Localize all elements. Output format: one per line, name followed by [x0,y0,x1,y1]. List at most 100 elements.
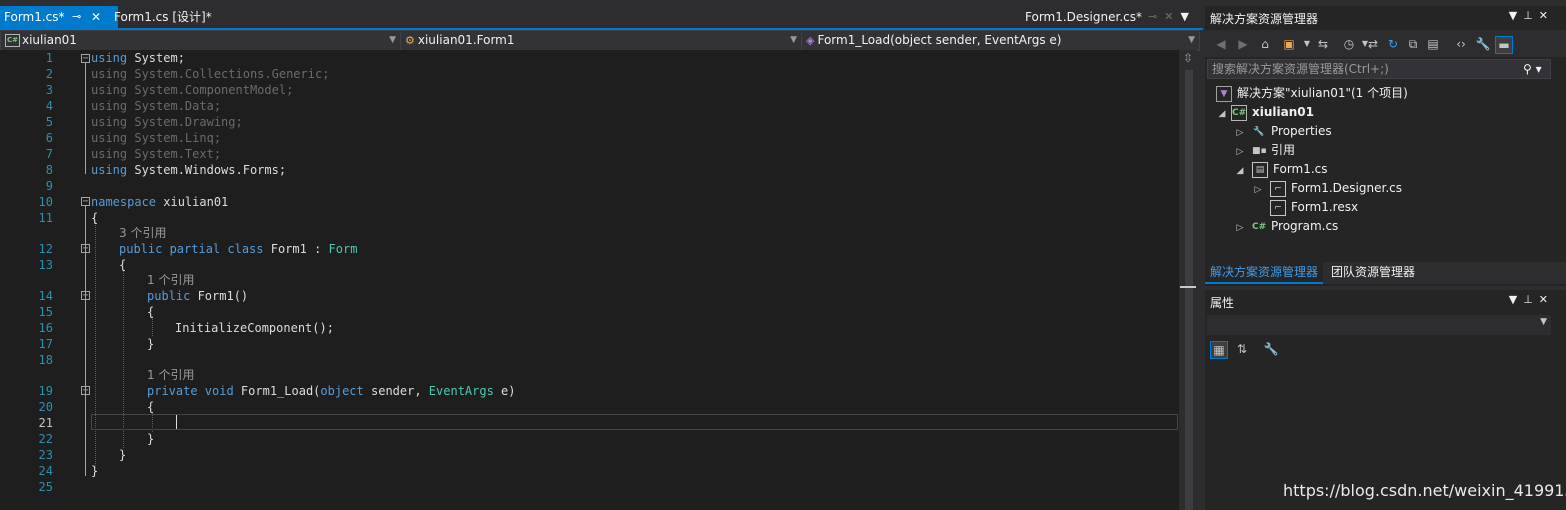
codelens-references[interactable]: 1 个引用 [147,367,194,383]
categorized-icon[interactable]: ▦ [1210,341,1228,359]
csharp-project-icon: C# [1231,104,1247,121]
scrollbar-thumb[interactable] [1185,70,1193,510]
code-line-brace: { [119,258,127,272]
collapse-icon[interactable]: − [81,197,90,207]
outline-line [85,253,86,458]
line-number: 23 [38,448,53,462]
search-icon[interactable]: ⚲ ▾ [1523,59,1549,79]
alphabetical-icon[interactable]: ⇅ [1234,341,1250,357]
solution-search-input[interactable]: 搜索解决方案资源管理器(Ctrl+;) [1207,59,1551,79]
back-icon[interactable]: ◀ [1213,36,1229,52]
tree-item-label: 引用 [1271,143,1296,157]
close-icon[interactable]: ✕ [1164,10,1173,23]
tree-item-project[interactable]: ◢ C# xiulian01 [1216,103,1314,122]
line-number: 18 [38,353,53,367]
tree-item-resx[interactable]: ⌐ Form1.resx [1252,198,1358,217]
close-icon[interactable]: ✕ [91,6,101,28]
collapse-icon[interactable]: − [81,291,90,301]
namespace-ref: System; [127,51,185,65]
file-icon: ⌐ [1270,199,1286,216]
keyword: using [91,131,128,145]
split-window-icon[interactable]: ⇳ [1181,51,1195,65]
forward-icon[interactable]: ▶ [1235,36,1251,52]
close-icon[interactable]: ✕ [1539,9,1554,22]
properties-wrench-icon[interactable]: 🔧 [1475,36,1491,52]
panel-window-controls: ▼⊥✕ [1509,9,1554,22]
collapse-icon[interactable]: − [81,386,90,396]
show-all-files-icon[interactable]: ▤ [1425,36,1441,52]
chevron-down-icon[interactable]: ▼ [1509,293,1523,306]
tree-item-label: Form1.cs [1273,162,1328,176]
pin-icon[interactable]: ⊸ [1148,10,1157,23]
tab-form1-designer-view[interactable]: Form1.cs [设计]* [108,6,218,28]
tab-team-explorer[interactable]: 团队资源管理器 [1326,262,1420,282]
tab-label: Form1.cs [设计]* [114,10,212,24]
scrollbar-caret-marker [1180,286,1196,288]
code-line-brace: { [91,211,99,225]
collapse-all-icon[interactable]: ⧉ [1405,36,1421,52]
collapsed-icon[interactable]: ▷ [1234,219,1246,238]
tab-form1-designer-cs[interactable]: Form1.Designer.cs* [1019,6,1148,28]
close-icon[interactable]: ✕ [1539,293,1554,306]
line-number: 9 [45,179,53,193]
line-number: 1 [45,51,53,65]
tree-item-designer[interactable]: ▷ ⌐ Form1.Designer.cs [1252,179,1402,198]
line-number: 7 [45,147,53,161]
project-dropdown[interactable]: C# xiulian01 ▼ [0,30,401,51]
references-icon: ■▪ [1252,145,1267,156]
member-dropdown[interactable]: ◈ Form1_Load(object sender, EventArgs e) … [801,30,1200,51]
home-icon[interactable]: ⌂ [1257,36,1273,52]
chevron-down-icon[interactable]: ▼ [1180,10,1188,23]
tab-form1-cs[interactable]: Form1.cs* ⊸ ✕ [0,6,118,28]
class-dropdown-value: xiulian01.Form1 [417,33,515,47]
method-name: Form1_Load( [233,384,321,398]
tree-item-form1[interactable]: ◢ ▤ Form1.cs [1234,160,1328,179]
chevron-down-icon[interactable]: ▼ [1299,36,1315,52]
line-number: 16 [38,321,53,335]
pin-icon[interactable]: ⊥ [1523,9,1539,22]
history-icon[interactable]: ◷ [1341,36,1357,52]
current-line-highlight [91,414,1178,430]
preview-icon[interactable]: ▬ [1495,36,1513,54]
codelens-references[interactable]: 3 个引用 [119,225,166,241]
csharp-file-icon: C# [1252,221,1267,232]
collapse-icon[interactable]: − [81,244,90,254]
code-line-brace: } [91,464,99,478]
namespace-ref: System.Collections.Generic; [127,67,330,81]
chevron-down-icon[interactable]: ▼ [1509,9,1523,22]
tree-item-label: Properties [1271,124,1332,138]
parameter: sender, [363,384,429,398]
method-name: Form1() [190,289,249,303]
class-name: Form1 : [263,242,329,256]
expanded-icon[interactable]: ◢ [1234,162,1246,181]
tree-item-program[interactable]: ▷ C# Program.cs [1234,217,1339,238]
pin-icon[interactable]: ⊥ [1523,293,1539,306]
code-line-using: using System.Windows.Forms; [91,162,286,178]
property-pages-icon[interactable]: 🔧 [1263,341,1279,357]
tab-solution-explorer[interactable]: 解决方案资源管理器 [1205,262,1324,284]
line-number: 24 [38,464,53,478]
codelens-references[interactable]: 1 个引用 [147,272,194,288]
view-code-icon[interactable]: ‹› [1453,36,1469,52]
expanded-icon[interactable]: ◢ [1216,105,1228,124]
switch-views-icon[interactable]: ▣ [1281,36,1297,52]
csharp-project-icon: C# [5,34,20,47]
keyword: private void [147,384,234,398]
watermark-text: https://blog.csdn.net/weixin_41991584 [1283,481,1566,500]
form-icon: ▤ [1252,161,1268,178]
refresh-icon[interactable]: ↻ [1385,36,1401,52]
line-number: 19 [38,384,53,398]
tree-item-properties[interactable]: ▷ 🔧 Properties [1234,122,1332,141]
sync-icon[interactable]: ⇆ [1315,36,1331,52]
collapse-icon[interactable]: − [81,54,90,64]
keyword: using [91,115,128,129]
properties-toolbar: ▦ ⇅ 🔧 [1207,337,1551,363]
pin-icon[interactable]: ⊸ [72,6,81,28]
type-name: EventArgs [428,384,494,398]
class-dropdown[interactable]: ⚙ xiulian01.Form1 ▼ [400,30,802,51]
tree-item-solution[interactable]: ▼ 解决方案"xiulian01"(1 个项目) [1216,84,1408,103]
tree-item-references[interactable]: ▷ ■▪ 引用 [1234,141,1295,160]
keyword: namespace [91,195,157,209]
sync-active-icon[interactable]: ⇄ [1365,36,1381,52]
object-selector-dropdown[interactable]: ▼ [1207,315,1551,335]
